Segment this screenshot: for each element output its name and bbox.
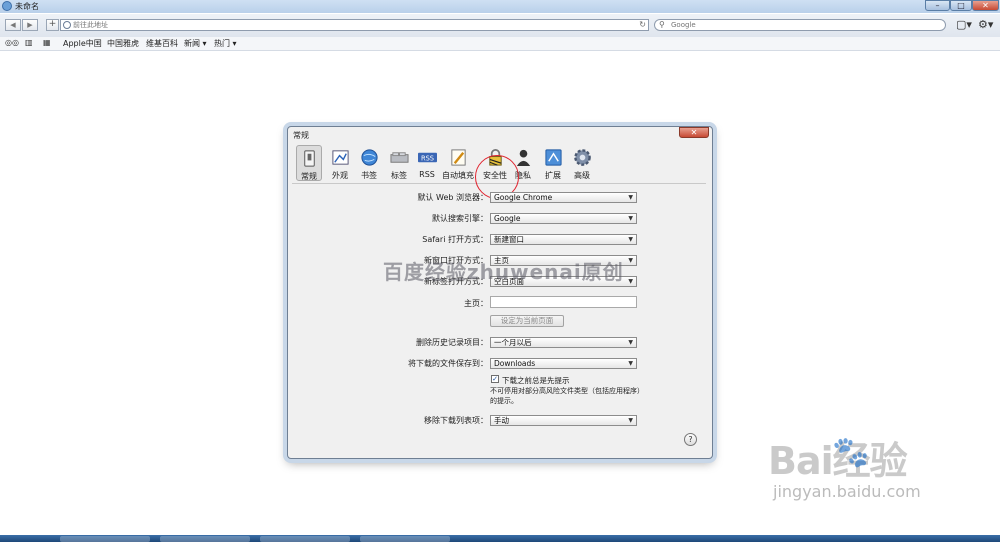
safari-app-icon: [2, 1, 12, 11]
lock-icon: [488, 149, 502, 166]
select-value: Google: [494, 214, 521, 223]
appearance-icon: [331, 150, 349, 165]
baidu-paw-icon: 🐾: [832, 435, 870, 470]
safari-opens-label: Safari 打开方式：: [422, 235, 488, 244]
search-icon: ⚲: [659, 20, 665, 29]
jingyan-url-text: jingyan.baidu.com: [773, 482, 921, 501]
default-browser-select[interactable]: Google Chrome ▼: [490, 192, 637, 203]
prompt-before-download-label: 下载之前总是先提示: [502, 376, 570, 385]
save-downloads-label: 将下载的文件保存到：: [408, 359, 488, 368]
remove-downloads-select[interactable]: 手动 ▼: [490, 415, 637, 426]
dialog-title: 常规: [293, 131, 309, 140]
gear-icon: [573, 149, 591, 166]
select-value: Downloads: [494, 359, 536, 368]
preferences-tabbar: 常规 外观 书签 标签 RSS RSS 自动填充 安全性 隐私 扩展 高级: [292, 145, 706, 199]
tab-label: 自动填充: [442, 171, 474, 180]
prompt-note: 不可停用对部分高风险文件类型（包括应用程序）的提示。: [490, 387, 644, 405]
remove-history-label: 删除历史记录项目：: [416, 338, 488, 347]
rss-icon: RSS: [417, 152, 437, 162]
tab-general[interactable]: 常规: [296, 145, 322, 181]
search-bar[interactable]: ⚲: [654, 19, 946, 31]
general-switch-icon: [303, 150, 315, 167]
dropdown-arrow-icon: ▼: [628, 417, 633, 424]
tab-advanced[interactable]: 高级: [569, 145, 595, 181]
taskbar-item[interactable]: [360, 536, 450, 542]
forward-button[interactable]: ▶: [22, 19, 38, 31]
set-current-page-button[interactable]: 设定为当前页面: [490, 315, 564, 327]
reading-list-icon[interactable]: ◎◎: [5, 38, 19, 47]
prompt-before-download-checkbox[interactable]: ✓: [491, 375, 499, 383]
privacy-person-icon: [516, 149, 530, 167]
bookmarks-bar: ◎◎ ▥ ▦ Apple中国 中国雅虎 维基百科 新闻 ▾ 热门 ▾: [0, 37, 1000, 51]
remove-history-select[interactable]: 一个月以后 ▼: [490, 337, 637, 348]
taskbar-item[interactable]: [260, 536, 350, 542]
taskbar-item[interactable]: [160, 536, 250, 542]
address-bar[interactable]: ↻: [60, 19, 649, 31]
tab-privacy[interactable]: 隐私: [510, 145, 536, 181]
search-engine-select[interactable]: Google ▼: [490, 213, 637, 224]
tab-rss[interactable]: RSS RSS: [414, 145, 440, 181]
bookmark-popular-menu[interactable]: 热门 ▾: [214, 38, 237, 49]
reload-icon[interactable]: ↻: [639, 20, 646, 29]
globe-icon: [63, 21, 71, 29]
add-bookmark-button[interactable]: +: [46, 19, 59, 31]
bookmark-yahoo-china[interactable]: 中国雅虎: [107, 38, 139, 49]
search-input[interactable]: [671, 20, 931, 30]
dropdown-arrow-icon: ▼: [628, 236, 633, 243]
select-value: 新建窗口: [494, 235, 524, 244]
page-menu-button[interactable]: ▢▾: [956, 18, 972, 31]
show-bookmarks-icon[interactable]: ▥: [25, 38, 33, 47]
windows-taskbar: [0, 535, 1000, 542]
save-downloads-select[interactable]: Downloads ▼: [490, 358, 637, 369]
dropdown-arrow-icon: ▼: [628, 215, 633, 222]
search-engine-label: 默认搜索引擎：: [432, 214, 488, 223]
tab-label: 高级: [574, 171, 590, 180]
safari-opens-select[interactable]: 新建窗口 ▼: [490, 234, 637, 245]
dropdown-arrow-icon: ▼: [628, 257, 633, 264]
dropdown-arrow-icon: ▼: [628, 360, 633, 367]
center-watermark: 百度经验zhuwenai原创: [383, 260, 624, 284]
bookmark-news-menu[interactable]: 新闻 ▾: [184, 38, 207, 49]
top-sites-icon[interactable]: ▦: [43, 38, 51, 47]
close-window-button[interactable]: ✕: [972, 0, 999, 11]
preferences-dialog: 常规 ✕ 常规 外观 书签 标签 RSS RSS 自动填充 安全性 隐私 扩展 …: [287, 126, 713, 459]
browser-toolbar: ◀ ▶ + ↻ ⚲ ▢▾ ⚙▾: [0, 14, 1000, 38]
svg-text:RSS: RSS: [420, 154, 433, 162]
maximize-button[interactable]: □: [950, 0, 972, 11]
tabs-icon: [389, 152, 409, 163]
select-value: 一个月以后: [494, 338, 532, 347]
tab-bookmarks[interactable]: 书签: [356, 145, 382, 181]
bookmark-apple-china[interactable]: Apple中国: [63, 38, 102, 49]
extensions-icon: [544, 149, 562, 166]
address-input[interactable]: [73, 20, 633, 30]
homepage-label: 主页：: [464, 299, 488, 308]
window-title: 未命名: [15, 2, 39, 11]
tab-autofill[interactable]: 自动填充: [442, 145, 474, 181]
dropdown-arrow-icon: ▼: [628, 278, 633, 285]
bookmarks-globe-icon: [360, 149, 378, 166]
settings-menu-button[interactable]: ⚙▾: [978, 18, 993, 31]
select-value: 手动: [494, 416, 509, 425]
dropdown-arrow-icon: ▼: [628, 339, 633, 346]
default-browser-label: 默认 Web 浏览器：: [417, 193, 488, 202]
select-value: Google Chrome: [494, 193, 553, 202]
minimize-button[interactable]: –: [925, 0, 950, 11]
help-button[interactable]: ?: [684, 433, 697, 446]
dialog-close-button[interactable]: ✕: [679, 127, 709, 138]
back-button[interactable]: ◀: [5, 19, 21, 31]
taskbar-item[interactable]: [60, 536, 150, 542]
autofill-pencil-icon: [450, 149, 466, 166]
remove-downloads-label: 移除下载列表项：: [424, 416, 488, 425]
homepage-input[interactable]: [490, 296, 637, 308]
bookmark-wikipedia[interactable]: 维基百科: [146, 38, 178, 49]
window-titlebar: 未命名 – □ ✕: [0, 0, 1000, 13]
dropdown-arrow-icon: ▼: [628, 194, 633, 201]
